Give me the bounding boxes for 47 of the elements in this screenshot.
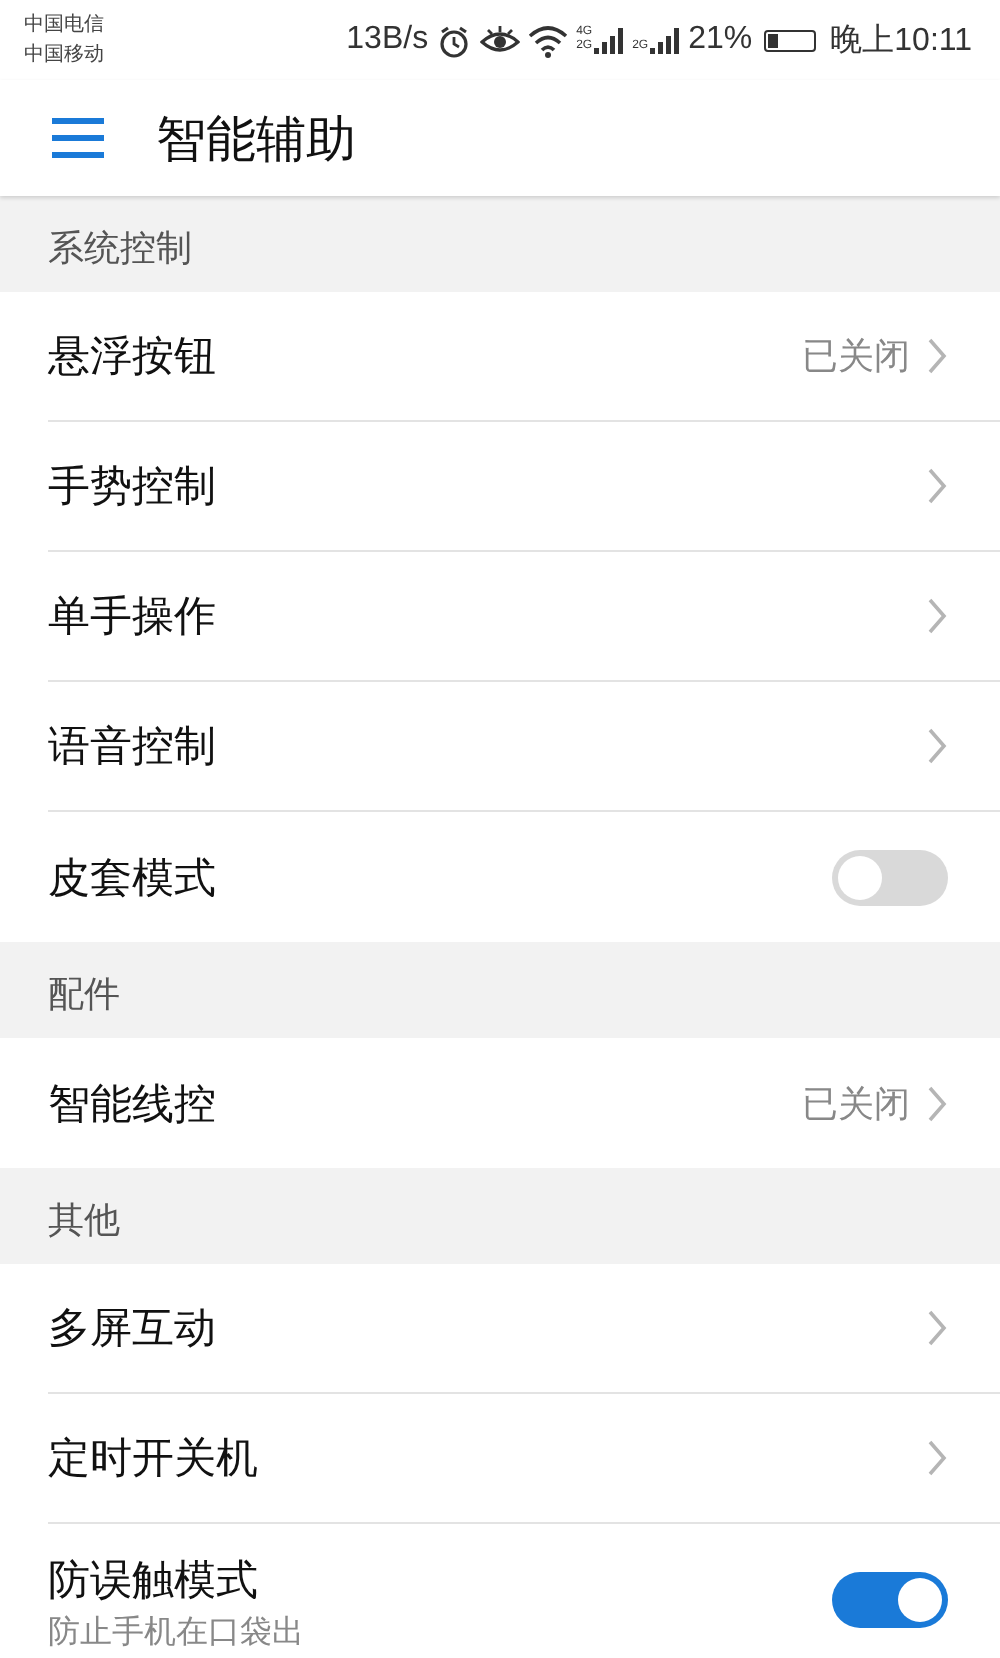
row-label: 多屏互动 bbox=[48, 1302, 218, 1356]
menu-icon bbox=[52, 118, 104, 158]
row-label: 悬浮按钮 bbox=[48, 330, 218, 384]
chevron-right-icon bbox=[926, 598, 948, 634]
row-description: 防止手机在口袋出 bbox=[48, 1612, 306, 1652]
signal-icon bbox=[650, 26, 681, 54]
settings-row[interactable]: 防误触模式 防止手机在口袋出 bbox=[48, 1524, 1000, 1658]
settings-row[interactable]: 手势控制 bbox=[48, 422, 1000, 552]
page-title: 智能辅助 bbox=[156, 107, 356, 171]
menu-button[interactable] bbox=[52, 118, 104, 158]
wifi-icon bbox=[528, 23, 569, 57]
row-label: 手势控制 bbox=[48, 460, 218, 514]
settings-row[interactable]: 多屏互动 bbox=[48, 1264, 1000, 1394]
settings-row[interactable]: 智能线控 已关闭 bbox=[48, 1038, 1000, 1168]
settings-row[interactable]: 单手操作 bbox=[48, 552, 1000, 682]
row-label: 单手操作 bbox=[48, 590, 218, 644]
toggle-switch[interactable] bbox=[832, 849, 948, 905]
chevron-right-icon bbox=[926, 728, 948, 764]
chevron-right-icon bbox=[926, 1310, 948, 1346]
carrier-name: 中国移动 bbox=[24, 41, 104, 70]
alarm-icon bbox=[436, 23, 473, 57]
chevron-right-icon bbox=[926, 1085, 948, 1121]
network-speed: 13B/s bbox=[346, 22, 429, 58]
section-header: 配件 bbox=[46, 972, 122, 1020]
battery-percent: 21% bbox=[688, 22, 753, 58]
eye-icon bbox=[480, 23, 521, 57]
signal-icon bbox=[594, 26, 625, 54]
settings-row[interactable]: 皮套模式 bbox=[48, 812, 1000, 942]
row-label: 防误触模式 bbox=[48, 1554, 260, 1608]
status-value: 已关闭 bbox=[802, 1081, 910, 1127]
battery-icon bbox=[764, 29, 817, 51]
toggle-switch[interactable] bbox=[832, 1572, 948, 1628]
row-label: 语音控制 bbox=[48, 720, 218, 774]
row-label: 皮套模式 bbox=[48, 851, 218, 905]
carrier-name: 中国电信 bbox=[24, 11, 104, 40]
section-header: 其他 bbox=[46, 1198, 122, 1246]
row-label: 智能线控 bbox=[48, 1077, 218, 1131]
settings-row[interactable]: 悬浮按钮 已关闭 bbox=[48, 292, 1000, 422]
chevron-right-icon bbox=[926, 1440, 948, 1476]
chevron-right-icon bbox=[926, 338, 948, 374]
chevron-right-icon bbox=[926, 468, 948, 504]
settings-row[interactable]: 定时开关机 bbox=[48, 1394, 1000, 1524]
settings-row[interactable]: 语音控制 bbox=[48, 682, 1000, 812]
status-value: 已关闭 bbox=[802, 334, 910, 380]
row-label: 定时开关机 bbox=[48, 1432, 260, 1486]
clock-time: 晚上10:11 bbox=[830, 21, 972, 61]
section-header: 系统控制 bbox=[46, 226, 194, 274]
